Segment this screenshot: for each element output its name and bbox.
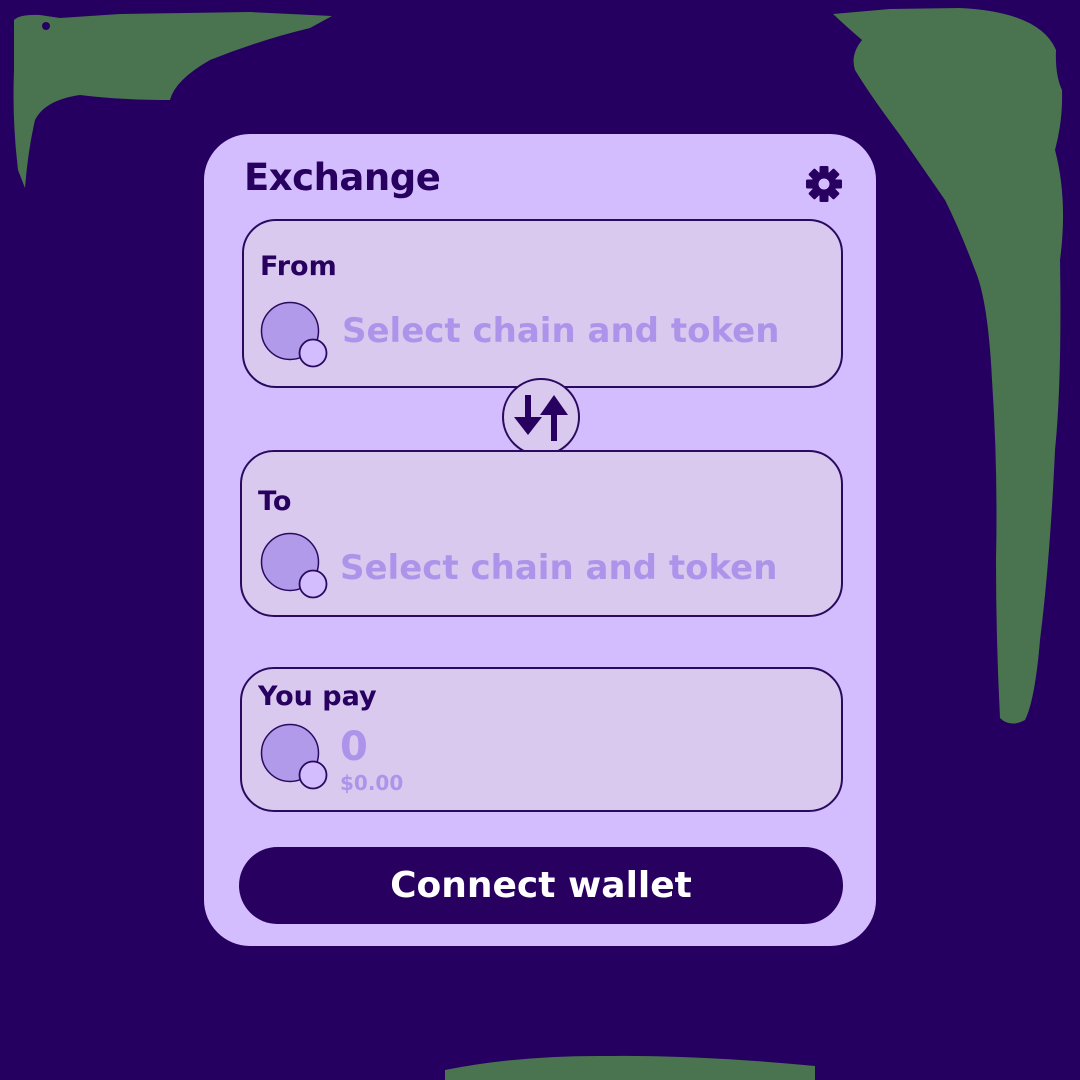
you-pay-label: You pay bbox=[258, 681, 377, 712]
from-panel[interactable]: From Select chain and token bbox=[242, 219, 843, 388]
gear-icon[interactable] bbox=[804, 164, 844, 204]
to-panel[interactable]: To Select chain and token bbox=[240, 450, 843, 617]
token-placeholder-icon[interactable] bbox=[260, 301, 330, 371]
swap-direction-button[interactable] bbox=[502, 378, 580, 456]
from-label: From bbox=[260, 251, 337, 282]
token-placeholder-icon bbox=[260, 723, 330, 793]
you-pay-panel: You pay 0 $0.00 bbox=[240, 667, 843, 812]
from-select-token[interactable]: Select chain and token bbox=[342, 311, 779, 351]
to-select-token[interactable]: Select chain and token bbox=[340, 548, 777, 588]
exchange-widget: Exchange From Select chain and token To … bbox=[204, 134, 876, 946]
swap-arrows-icon bbox=[514, 395, 568, 441]
pay-amount: 0 bbox=[340, 724, 368, 770]
widget-title: Exchange bbox=[244, 156, 441, 199]
to-label: To bbox=[258, 486, 292, 517]
connect-wallet-button[interactable]: Connect wallet bbox=[239, 847, 843, 924]
token-placeholder-icon[interactable] bbox=[260, 532, 330, 602]
pay-fiat-value: $0.00 bbox=[340, 771, 404, 795]
